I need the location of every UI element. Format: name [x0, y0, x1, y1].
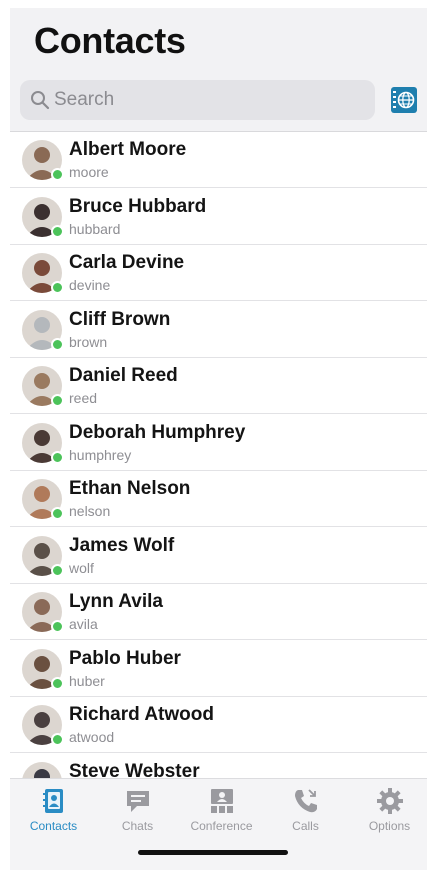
- contact-name: Albert Moore: [69, 139, 187, 160]
- contact-username: reed: [69, 390, 98, 406]
- contact-row[interactable]: James Wolf wolf: [10, 528, 427, 584]
- contact-name: Ethan Nelson: [69, 478, 191, 499]
- contacts-screen: Contacts Search Albert Moore moore Bruce H…: [10, 8, 427, 870]
- contact-list[interactable]: Albert Moore moore Bruce Hubbard hubbard Car…: [10, 132, 427, 778]
- conference-icon: [211, 789, 233, 813]
- contact-name: Daniel Reed: [69, 365, 178, 386]
- online-status-dot: [51, 281, 64, 294]
- contact-username: nelson: [69, 503, 111, 519]
- online-status-dot: [51, 224, 64, 238]
- contact-username: brown: [69, 333, 108, 350]
- contact-row[interactable]: Cliff Brown brown: [10, 302, 427, 358]
- tab-options[interactable]: Options: [348, 779, 427, 839]
- header: Contacts Search: [10, 8, 427, 132]
- contact-row[interactable]: Carla Devine devine: [10, 245, 427, 301]
- avatar: [22, 761, 62, 778]
- contact-name: Steve Webster: [69, 760, 200, 779]
- contact-username: avila: [69, 616, 98, 632]
- tab-calls[interactable]: Calls: [264, 779, 347, 839]
- online-status-dot: [51, 563, 64, 577]
- tab-conference[interactable]: Conference: [180, 779, 263, 839]
- contact-row[interactable]: Lynn Avila avila: [10, 584, 427, 640]
- page-title: Contacts: [34, 20, 186, 61]
- search-field[interactable]: Search: [20, 80, 375, 120]
- contact-row[interactable]: Steve Websterwebster: [10, 754, 427, 779]
- contact-username: humphrey: [69, 446, 132, 463]
- online-status-dot: [51, 337, 64, 351]
- contact-row[interactable]: Pablo Huber huber: [10, 641, 427, 697]
- contacts-icon: [43, 789, 63, 813]
- contact-username: hubbard: [69, 220, 121, 237]
- contact-name: Pablo Huber: [69, 647, 181, 669]
- contact-username: moore: [69, 164, 109, 180]
- contact-row[interactable]: Ethan Nelson nelson: [10, 471, 427, 527]
- contact-row[interactable]: Daniel Reed reed: [10, 358, 427, 414]
- directory-globe-icon[interactable]: [389, 86, 419, 114]
- contact-name: Richard Atwood: [69, 704, 214, 725]
- contact-username: devine: [69, 277, 111, 293]
- online-status-dot: [51, 394, 64, 407]
- contact-name: Bruce Hubbard: [69, 195, 207, 217]
- contact-name: Deborah Humphrey: [69, 421, 246, 443]
- tab-label: Chats: [121, 819, 154, 833]
- tab-bar: Contacts Chats Conference Calls Options: [10, 778, 427, 870]
- tab-label: Conference: [190, 819, 253, 833]
- contact-row[interactable]: Richard Atwood atwood: [10, 697, 427, 753]
- contact-name: James Wolf: [69, 534, 175, 556]
- tab-contacts[interactable]: Contacts: [12, 779, 95, 839]
- search-input[interactable]: Search: [54, 89, 114, 111]
- contact-username: wolf: [69, 559, 94, 576]
- contact-name: Cliff Brown: [69, 308, 171, 330]
- phone-calls-icon: [295, 789, 317, 813]
- contact-name: Lynn Avila: [69, 591, 163, 612]
- tab-chats[interactable]: Chats: [96, 779, 179, 839]
- online-status-dot: [51, 733, 64, 746]
- chat-bubble-icon: [127, 791, 149, 812]
- online-status-dot: [51, 676, 64, 690]
- tab-label: Calls: [292, 819, 319, 833]
- contact-name: Carla Devine: [69, 252, 185, 273]
- online-status-dot: [51, 620, 64, 633]
- contact-row[interactable]: Albert Moore moore: [10, 132, 427, 188]
- contact-row[interactable]: Deborah Humphrey humphrey: [10, 415, 427, 471]
- search-icon: [31, 91, 50, 110]
- online-status-dot: [51, 507, 64, 520]
- contact-username: huber: [69, 672, 105, 689]
- gear-icon: [377, 788, 403, 814]
- online-status-dot: [51, 450, 64, 464]
- contact-username: atwood: [69, 729, 115, 745]
- tab-label: Contacts: [29, 819, 78, 833]
- online-status-dot: [51, 168, 64, 181]
- contact-row[interactable]: Bruce Hubbard hubbard: [10, 189, 427, 245]
- tab-label: Options: [368, 819, 411, 833]
- home-indicator: [138, 850, 288, 855]
